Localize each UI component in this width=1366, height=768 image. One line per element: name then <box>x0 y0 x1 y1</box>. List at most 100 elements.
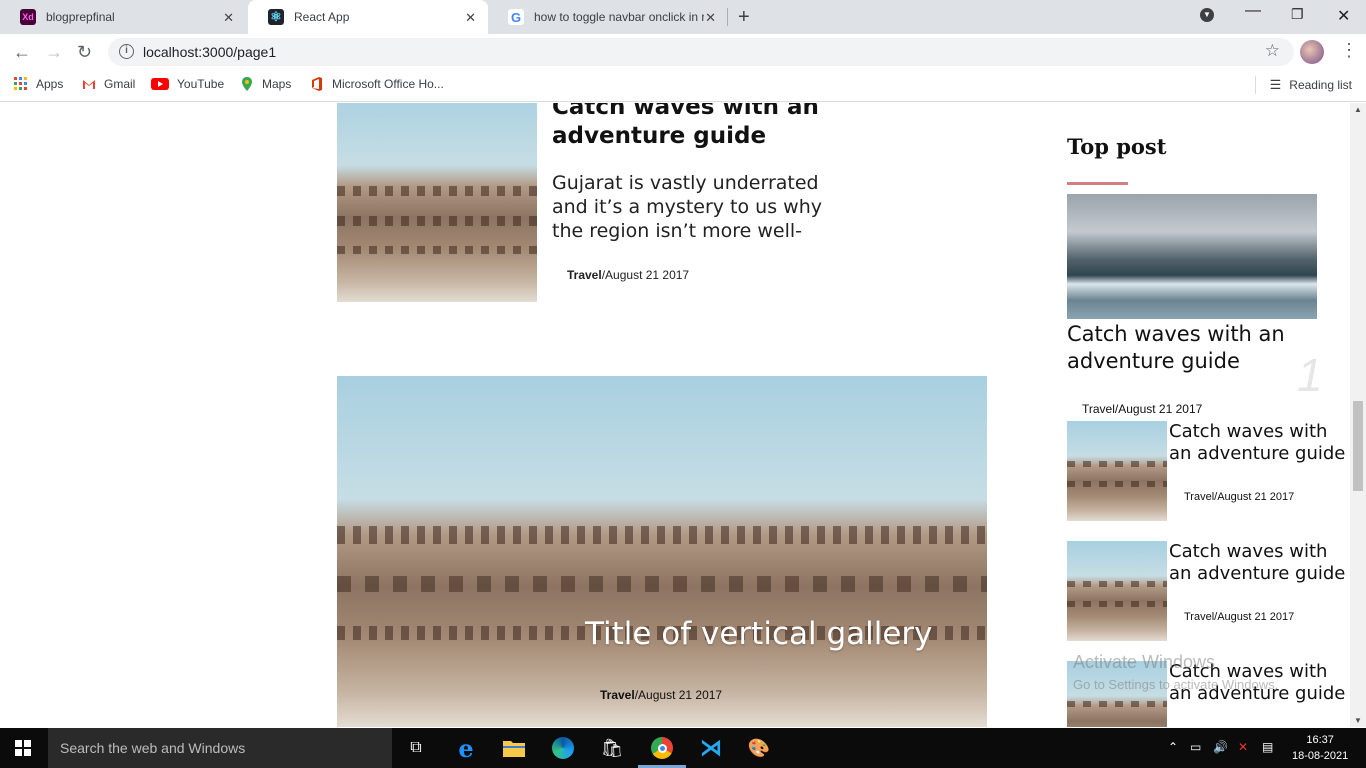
reading-list-button[interactable]: ☰ Reading list <box>1270 77 1352 93</box>
sidebar-post-title[interactable]: Catch waves with an adventure guide <box>1169 541 1350 585</box>
sidebar-post-meta: Travel/August 21 2017 <box>1184 611 1295 623</box>
bookmark-apps[interactable]: Apps <box>14 77 63 91</box>
sidebar-post[interactable]: Catch waves with an adventure guide Trav… <box>1067 421 1350 521</box>
network-icon[interactable]: ✕ <box>1238 740 1248 754</box>
image-texture <box>1067 701 1167 707</box>
tab-title: how to toggle navbar onclick in r <box>534 10 704 24</box>
battery-icon[interactable]: ▭ <box>1190 740 1201 754</box>
page-viewport: Catch waves with an adventure guide Guja… <box>0 103 1350 727</box>
post-image[interactable] <box>337 103 537 302</box>
close-window-icon[interactable]: ✕ <box>1337 6 1350 26</box>
reading-list-label: Reading list <box>1289 78 1352 92</box>
restore-icon[interactable]: ❐ <box>1291 6 1304 23</box>
scroll-thumb[interactable] <box>1353 401 1363 491</box>
store-icon[interactable]: 🛍 <box>600 736 624 760</box>
google-icon: G <box>508 9 524 25</box>
url-text[interactable]: localhost:3000/page1 <box>143 44 276 60</box>
image-texture <box>337 186 537 196</box>
post-title[interactable]: Catch waves with an adventure guide <box>552 103 852 151</box>
taskbar-clock[interactable]: 16:37 18-08-2021 <box>1292 732 1348 764</box>
tray-chevron-icon[interactable]: ⌃ <box>1168 740 1178 754</box>
close-tab-icon[interactable]: ✕ <box>223 10 234 26</box>
edge-icon[interactable] <box>551 736 575 760</box>
paint-icon[interactable]: 🎨 <box>747 736 771 760</box>
bookmark-gmail[interactable]: Gmail <box>82 77 135 91</box>
folder-shape <box>503 741 525 757</box>
taskbar-search-placeholder: Search the web and Windows <box>60 740 246 756</box>
sidebar-post-meta: Travel/August 21 2017 <box>1184 491 1295 503</box>
close-tab-icon[interactable]: ✕ <box>465 10 476 26</box>
taskbar-search[interactable]: Search the web and Windows <box>48 728 392 768</box>
action-center-icon[interactable]: ▤ <box>1262 740 1273 754</box>
gmail-icon <box>83 80 95 89</box>
sidebar-post-image[interactable] <box>1067 421 1167 521</box>
gallery-date: /August 21 2017 <box>634 688 723 702</box>
youtube-icon <box>151 78 169 90</box>
image-texture <box>1067 601 1167 607</box>
chrome-logo <box>651 737 673 759</box>
post-date: /August 21 2017 <box>601 268 690 282</box>
start-pane <box>24 740 31 747</box>
close-tab-icon[interactable]: ✕ <box>705 10 716 26</box>
office-icon <box>312 77 322 91</box>
top-post-title[interactable]: Catch waves with an adventure guide <box>1067 321 1327 375</box>
chrome-icon[interactable] <box>650 736 674 760</box>
image-texture <box>1067 481 1167 487</box>
sidebar-post[interactable]: Catch waves with an adventure guide Trav… <box>1067 541 1350 641</box>
bookmark-label: Apps <box>36 77 64 91</box>
edge-legacy-icon[interactable]: e <box>454 734 478 763</box>
profile-avatar[interactable] <box>1300 40 1324 64</box>
image-texture <box>337 526 987 544</box>
bookmarks-divider <box>1255 76 1256 94</box>
edge-logo <box>552 737 574 759</box>
minimize-icon[interactable]: — <box>1245 2 1261 20</box>
activate-windows-watermark: Activate Windows <box>1073 652 1216 672</box>
post-meta: Travel/August 21 2017 <box>567 268 689 282</box>
bookmark-label: Microsoft Office Ho... <box>332 77 444 91</box>
address-bar[interactable]: i localhost:3000/page1 ☆ <box>108 38 1294 66</box>
activate-windows-subtext: Go to Settings to activate Windows. <box>1073 677 1279 692</box>
bookmark-star-icon[interactable]: ☆ <box>1265 41 1280 61</box>
top-post-image[interactable] <box>1067 194 1317 319</box>
back-icon[interactable]: ← <box>13 42 31 63</box>
windows-start-icon[interactable] <box>15 740 31 756</box>
sidebar-post-image[interactable] <box>1067 541 1167 641</box>
tab-react-app[interactable]: ⚛ React App ✕ <box>248 0 488 34</box>
bookmark-label: Gmail <box>104 77 136 91</box>
post-category[interactable]: Travel <box>567 268 602 282</box>
heading-underline <box>1067 182 1128 185</box>
reading-list-icon: ☰ <box>1269 77 1282 92</box>
tab-blogprepfinal[interactable]: Xd blogprepfinal ✕ <box>0 0 246 34</box>
bookmark-maps[interactable]: Maps <box>240 77 291 91</box>
bookmark-label: YouTube <box>177 77 225 91</box>
bookmark-label: Maps <box>262 77 292 91</box>
post-excerpt: Gujarat is vastly underrated and it’s a … <box>552 172 822 242</box>
bookmark-office[interactable]: Microsoft Office Ho... <box>310 77 444 91</box>
image-texture <box>1067 581 1167 587</box>
task-view-icon[interactable]: ⧉ <box>404 736 428 760</box>
apps-grid-icon <box>14 77 27 90</box>
image-texture <box>337 576 987 592</box>
gallery-category[interactable]: Travel <box>600 688 635 702</box>
gallery-title[interactable]: Title of vertical gallery <box>585 616 933 652</box>
tab-search-icon[interactable]: ▼ <box>1200 8 1214 22</box>
bookmark-youtube[interactable]: YouTube <box>151 77 224 91</box>
scroll-up-icon[interactable]: ▲ <box>1354 105 1362 114</box>
menu-icon[interactable]: ⋮ <box>1340 40 1358 61</box>
tab-google-search[interactable]: G how to toggle navbar onclick in r ✕ <box>488 0 728 34</box>
forward-icon[interactable]: → <box>45 42 63 63</box>
windows-taskbar: Search the web and Windows ⧉ e 🛍 ⋊ 🎨 ⌃ ▭… <box>0 728 1366 768</box>
volume-icon[interactable]: 🔊 <box>1213 740 1228 754</box>
file-explorer-icon[interactable] <box>502 736 526 760</box>
vertical-gallery-card[interactable]: Title of vertical gallery Travel/August … <box>337 376 987 727</box>
info-icon[interactable]: i <box>119 44 134 59</box>
sidebar-post-title[interactable]: Catch waves with an adventure guide <box>1169 421 1350 465</box>
tab-title: blogprepfinal <box>46 10 115 24</box>
scroll-down-icon[interactable]: ▼ <box>1354 716 1362 725</box>
top-post-rank: 1 <box>1297 349 1323 401</box>
reload-icon[interactable]: ↻ <box>77 42 92 63</box>
vscode-icon[interactable]: ⋊ <box>699 735 723 760</box>
new-tab-icon[interactable]: + <box>738 6 750 29</box>
page-scrollbar[interactable]: ▲ ▼ <box>1350 103 1366 727</box>
top-post-meta: Travel/August 21 2017 <box>1082 402 1203 416</box>
